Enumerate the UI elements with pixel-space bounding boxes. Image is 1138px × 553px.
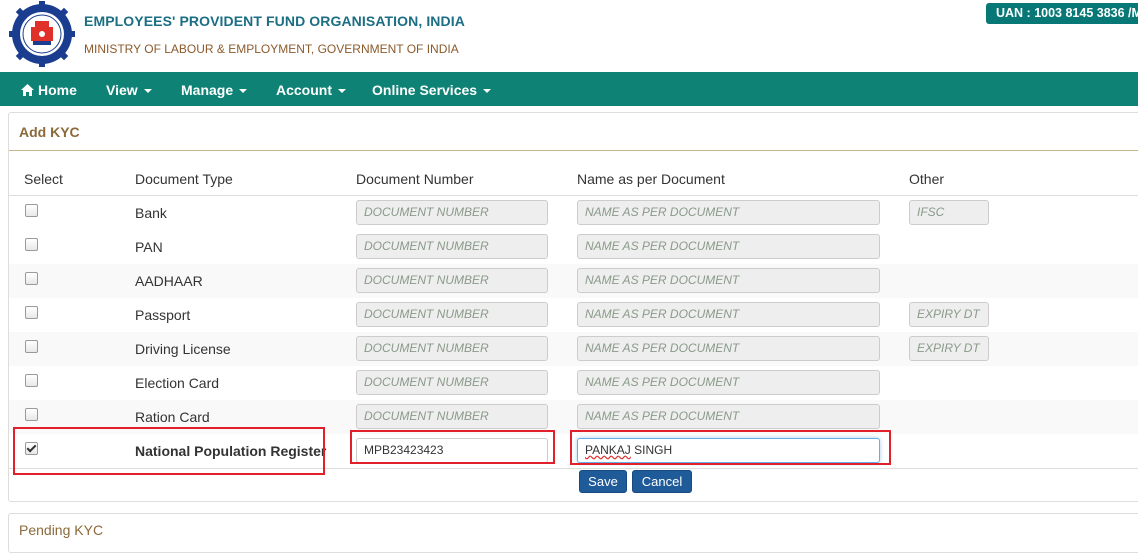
document-type-label: Ration Card [135,409,210,425]
select-checkbox[interactable] [25,340,38,353]
pending-kyc-panel: Pending KYC [8,513,1138,553]
nav-manage-label: Manage [181,82,234,98]
name-as-per-document-input[interactable]: NAME AS PER DOCUMENT [577,234,880,259]
document-number-input[interactable]: DOCUMENT NUMBER [356,268,548,293]
epfo-logo-icon [9,1,75,67]
nav-online-services[interactable]: Online Services [372,72,492,106]
nav-view-label: View [106,82,138,98]
document-type-label: PAN [135,239,163,255]
add-kyc-panel: Add KYC Select Document Type Document Nu… [8,112,1138,502]
select-checkbox[interactable] [25,306,38,319]
name-as-per-document-input[interactable]: NAME AS PER DOCUMENT [577,370,880,395]
name-as-per-document-input[interactable]: NAME AS PER DOCUMENT [577,404,880,429]
name-as-per-document-input[interactable]: NAME AS PER DOCUMENT [577,336,880,361]
select-checkbox[interactable] [25,204,38,217]
panel-title: Add KYC [19,124,80,140]
document-type-label: Driving License [135,341,231,357]
name-as-per-document-input[interactable]: NAME AS PER DOCUMENT [577,200,880,225]
name-as-per-document-input[interactable]: NAME AS PER DOCUMENT [577,268,880,293]
document-type-label: National Population Register [135,443,327,459]
select-checkbox[interactable] [25,442,38,455]
document-number-input[interactable]: DOCUMENT NUMBER [356,336,548,361]
nav-online-services-label: Online Services [372,82,478,98]
table-row: Ration Card DOCUMENT NUMBER NAME AS PER … [9,400,1138,435]
select-checkbox[interactable] [25,374,38,387]
caret-down-icon [483,89,492,94]
document-number-input[interactable]: DOCUMENT NUMBER [356,370,548,395]
document-number-input[interactable]: MPB23423423 [356,438,548,463]
document-type-label: Bank [135,205,167,221]
nav-manage[interactable]: Manage [181,72,248,106]
table-row: Bank DOCUMENT NUMBER NAME AS PER DOCUMEN… [9,196,1138,231]
expiry-date-input[interactable]: EXPIRY DT [909,336,989,361]
document-number-input[interactable]: DOCUMENT NUMBER [356,200,548,225]
name-last-part: SINGH [630,443,673,457]
ministry-subtitle: MINISTRY OF LABOUR & EMPLOYMENT, GOVERNM… [84,42,459,56]
expiry-date-input[interactable]: EXPIRY DT [909,302,989,327]
table-header: Select Document Type Document Number Nam… [9,161,1138,196]
col-select: Select [24,171,63,187]
document-type-label: Passport [135,307,191,323]
table-row: AADHAAR DOCUMENT NUMBER NAME AS PER DOCU… [9,264,1138,299]
site-header: EMPLOYEES' PROVIDENT FUND ORGANISATION, … [0,0,1138,72]
caret-down-icon [239,89,248,94]
table-row: Election Card DOCUMENT NUMBER NAME AS PE… [9,366,1138,401]
document-number-input[interactable]: DOCUMENT NUMBER [356,234,548,259]
document-type-label: AADHAAR [135,273,203,289]
col-other: Other [909,171,945,187]
document-number-input[interactable]: DOCUMENT NUMBER [356,302,548,327]
col-document-type: Document Type [135,171,233,187]
nav-home[interactable]: Home [21,72,77,106]
col-name-as-per-document: Name as per Document [577,171,725,187]
uan-badge: UAN : 1003 8145 3836 /M [986,3,1138,24]
table-row: PAN DOCUMENT NUMBER NAME AS PER DOCUMENT [9,230,1138,265]
select-checkbox[interactable] [25,272,38,285]
cancel-button[interactable]: Cancel [632,470,692,493]
document-type-label: Election Card [135,375,220,391]
caret-down-icon [338,89,346,94]
panel-heading: Add KYC [9,113,1138,151]
nav-home-label: Home [38,82,77,98]
table-row: Driving License DOCUMENT NUMBER NAME AS … [9,332,1138,367]
ifsc-input[interactable]: IFSC [909,200,989,225]
nav-account-label: Account [276,82,332,98]
col-document-number: Document Number [356,171,474,187]
nav-account[interactable]: Account [276,72,346,106]
main-navbar: Home View Manage Account Online Services [0,72,1138,106]
name-first-part: PANKAJ [585,443,631,457]
select-checkbox[interactable] [25,408,38,421]
pending-kyc-title: Pending KYC [19,522,104,538]
home-icon [21,84,34,96]
select-checkbox[interactable] [25,238,38,251]
table-row: National Population Register MPB23423423… [9,434,1138,469]
org-title: EMPLOYEES' PROVIDENT FUND ORGANISATION, … [84,13,465,29]
name-as-per-document-input[interactable]: PANKAJ SINGH [577,438,880,463]
nav-view[interactable]: View [106,72,152,106]
table-row: Passport DOCUMENT NUMBER NAME AS PER DOC… [9,298,1138,333]
caret-down-icon [143,89,152,94]
name-as-per-document-input[interactable]: NAME AS PER DOCUMENT [577,302,880,327]
save-button[interactable]: Save [579,470,627,493]
document-number-input[interactable]: DOCUMENT NUMBER [356,404,548,429]
